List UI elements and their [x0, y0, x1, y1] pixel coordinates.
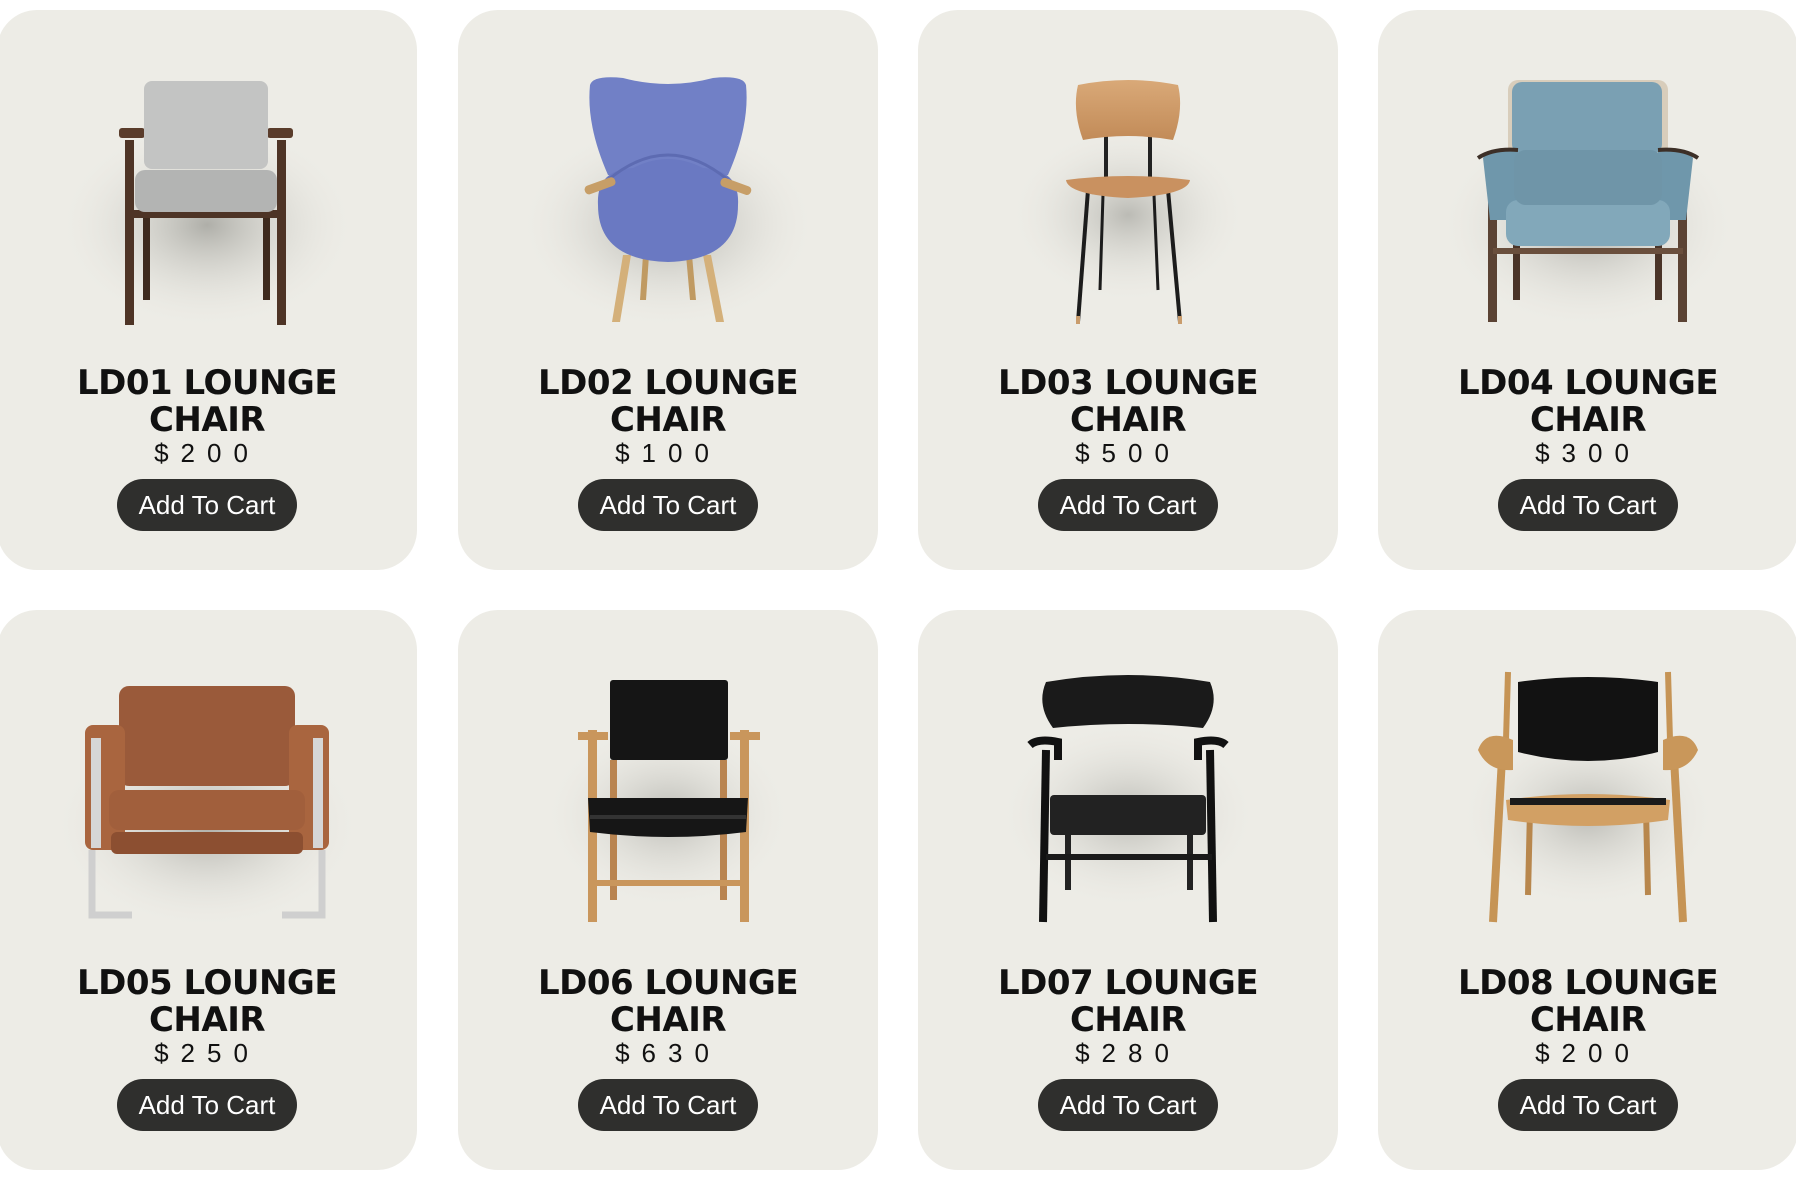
product-price: $100 — [615, 438, 721, 468]
product-card[interactable]: LD02 LOUNGE CHAIR $100 Add To Cart — [458, 10, 878, 570]
add-to-cart-button[interactable]: Add To Cart — [1498, 479, 1678, 531]
product-name: LD04 LOUNGE CHAIR — [1457, 363, 1719, 440]
armchair-grey-upholstered-icon — [0, 10, 417, 350]
product-name: LD07 LOUNGE CHAIR — [997, 963, 1259, 1040]
product-price: $200 — [154, 438, 260, 468]
add-to-cart-button[interactable]: Add To Cart — [117, 1079, 297, 1131]
oak-shell-chair-icon — [1378, 610, 1796, 950]
product-card[interactable]: LD01 LOUNGE CHAIR $200 Add To Cart — [0, 10, 417, 570]
add-to-cart-button[interactable]: Add To Cart — [578, 1079, 758, 1131]
product-card[interactable]: LD06 LOUNGE CHAIR $630 Add To Cart — [458, 610, 878, 1170]
wingback-blue-chair-icon — [458, 10, 878, 350]
product-price: $500 — [1075, 438, 1181, 468]
product-grid: LD01 LOUNGE CHAIR $200 Add To Cart LD02 … — [0, 0, 1796, 1180]
product-name: LD08 LOUNGE CHAIR — [1457, 963, 1719, 1040]
product-card[interactable]: LD07 LOUNGE CHAIR $280 Add To Cart — [918, 610, 1338, 1170]
brown-leather-armchair-icon — [0, 610, 417, 950]
add-to-cart-button[interactable]: Add To Cart — [1038, 479, 1218, 531]
product-price: $200 — [1535, 1038, 1641, 1068]
product-price: $280 — [1075, 1038, 1181, 1068]
product-name: LD02 LOUNGE CHAIR — [537, 363, 799, 440]
product-name: LD05 LOUNGE CHAIR — [76, 963, 338, 1040]
product-name: LD06 LOUNGE CHAIR — [537, 963, 799, 1040]
wood-seat-metal-leg-chair-icon — [918, 10, 1338, 350]
product-price: $630 — [615, 1038, 721, 1068]
product-price: $300 — [1535, 438, 1641, 468]
product-card[interactable]: LD03 LOUNGE CHAIR $500 Add To Cart — [918, 10, 1338, 570]
add-to-cart-button[interactable]: Add To Cart — [117, 479, 297, 531]
product-card[interactable]: LD04 LOUNGE CHAIR $300 Add To Cart — [1378, 10, 1796, 570]
teal-cushion-armchair-icon — [1378, 10, 1796, 350]
product-name: LD01 LOUNGE CHAIR — [76, 363, 338, 440]
product-card[interactable]: LD05 LOUNGE CHAIR $250 Add To Cart — [0, 610, 417, 1170]
product-card[interactable]: LD08 LOUNGE CHAIR $200 Add To Cart — [1378, 610, 1796, 1170]
add-to-cart-button[interactable]: Add To Cart — [578, 479, 758, 531]
add-to-cart-button[interactable]: Add To Cart — [1038, 1079, 1218, 1131]
black-wood-lounge-chair-icon — [918, 610, 1338, 950]
product-name: LD03 LOUNGE CHAIR — [997, 363, 1259, 440]
product-price: $250 — [154, 1038, 260, 1068]
add-to-cart-button[interactable]: Add To Cart — [1498, 1079, 1678, 1131]
oak-black-leather-chair-icon — [458, 610, 878, 950]
